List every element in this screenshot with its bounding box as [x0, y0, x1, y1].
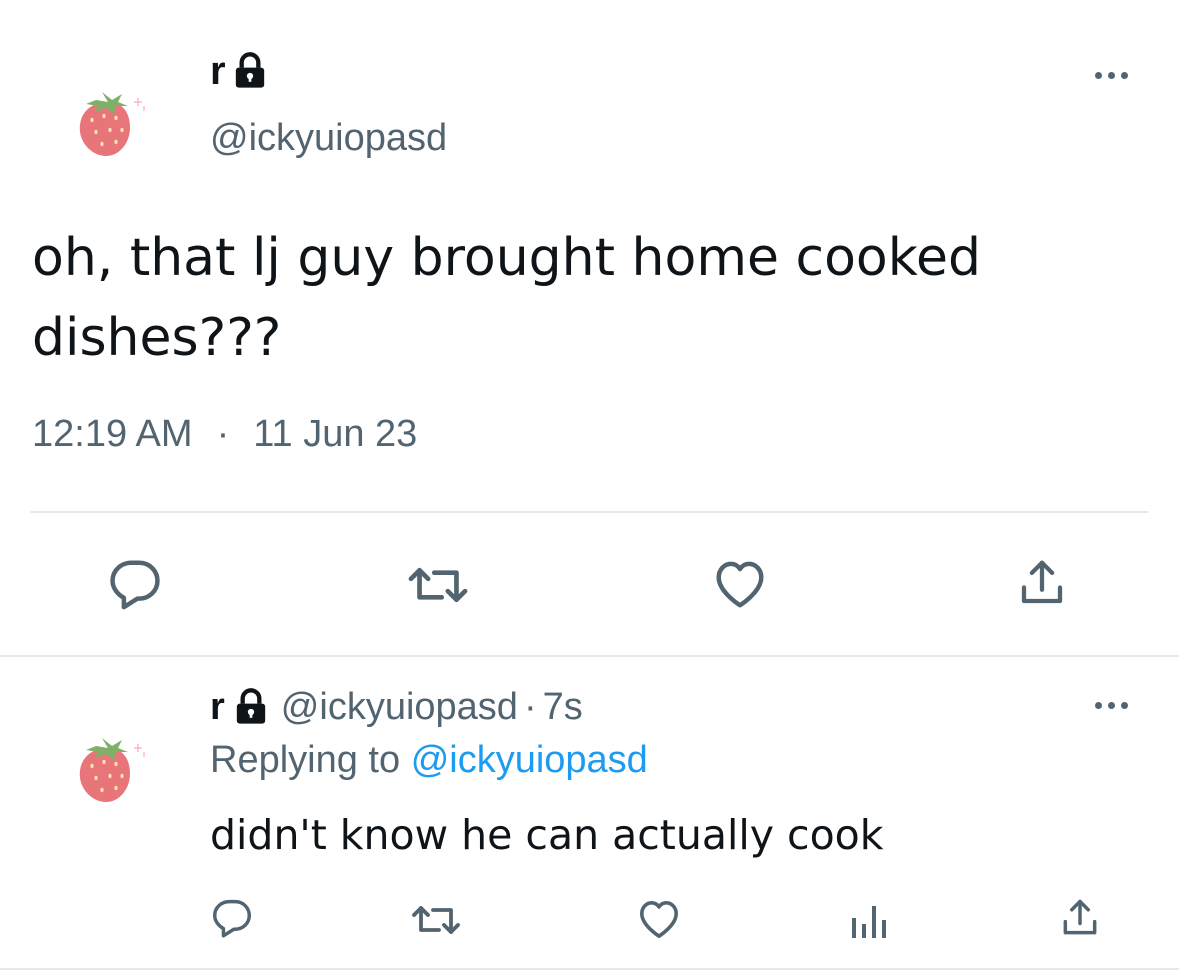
divider [30, 511, 1148, 513]
like-button[interactable] [711, 558, 769, 610]
replying-to-label: Replying to [210, 739, 401, 781]
display-name[interactable]: r [210, 685, 225, 729]
views-button[interactable] [848, 900, 888, 940]
strawberry-icon [79, 738, 145, 802]
avatar[interactable] [72, 726, 154, 808]
more-options-icon[interactable] [1095, 72, 1128, 79]
timestamp[interactable]: 12:19 AM · 11 Jun 23 [32, 412, 417, 456]
avatar[interactable] [72, 80, 154, 162]
like-icon [716, 561, 764, 608]
reply-button[interactable] [106, 558, 164, 610]
reply-icon [110, 560, 160, 610]
lock-icon [231, 687, 271, 727]
replying-to-link[interactable]: @ickyuiopasd [411, 739, 648, 781]
time[interactable]: 12:19 AM [32, 412, 193, 456]
divider [0, 968, 1179, 970]
separator: · [523, 686, 537, 728]
tweet-text: oh, that lj guy brought home cooked dish… [32, 218, 1152, 378]
views-icon [852, 906, 886, 938]
reply-button[interactable] [210, 898, 254, 938]
retweet-button[interactable] [406, 560, 470, 610]
share-button[interactable] [1058, 896, 1102, 940]
like-icon [640, 900, 678, 938]
reply-header: r @ickyuiopasd · 7s [210, 684, 583, 730]
handle[interactable]: @ickyuiopasd [281, 685, 518, 729]
retweet-icon [412, 906, 460, 934]
divider [0, 655, 1179, 657]
replying-to: Replying to @ickyuiopasd [210, 738, 648, 782]
share-icon [1063, 899, 1097, 935]
strawberry-icon [79, 92, 145, 156]
tweet-age[interactable]: 7s [543, 685, 583, 729]
handle[interactable]: @ickyuiopasd [210, 116, 447, 160]
display-name[interactable]: r [210, 49, 226, 93]
separator: · [216, 413, 230, 455]
retweet-icon [408, 567, 468, 603]
retweet-button[interactable] [410, 900, 462, 940]
date[interactable]: 11 Jun 23 [253, 412, 417, 456]
more-options-icon[interactable] [1095, 702, 1128, 709]
tweet-text: didn't know he can actually cook [210, 811, 884, 859]
lock-icon [230, 51, 270, 91]
share-button[interactable] [1014, 556, 1070, 610]
tweet-text-line: dishes??? [32, 308, 282, 368]
share-icon [1021, 560, 1063, 604]
tweet-text-line: oh, that lj guy brought home cooked [32, 228, 981, 288]
reply-icon [213, 899, 251, 938]
like-button[interactable] [636, 898, 682, 940]
